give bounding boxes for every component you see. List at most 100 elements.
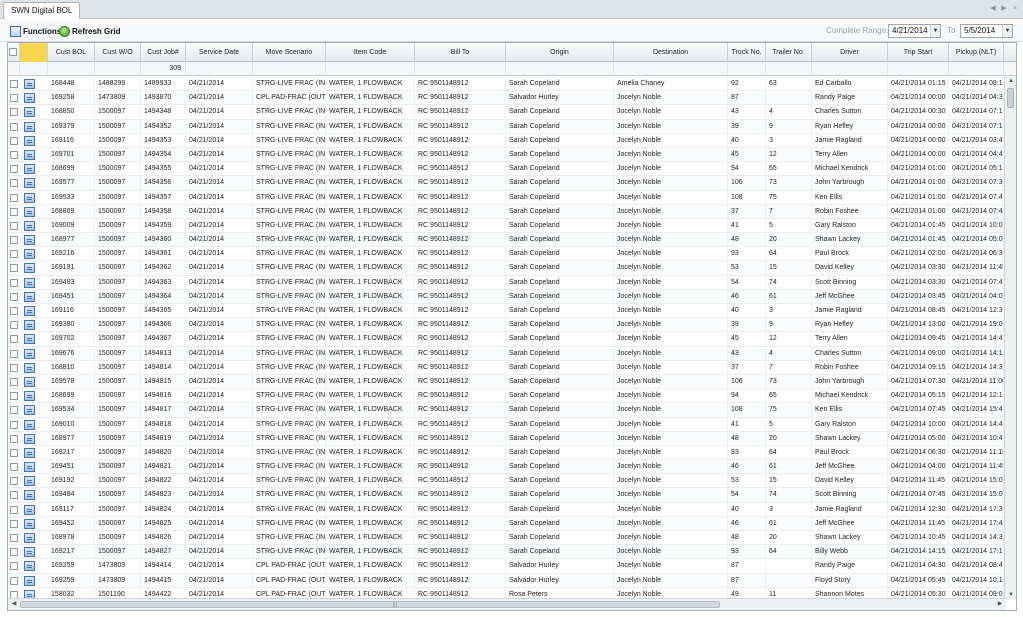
scroll-right-arrow-icon[interactable]: ▶ <box>994 599 1006 609</box>
document-icon[interactable] <box>24 504 35 515</box>
document-icon[interactable] <box>24 334 35 345</box>
row-checkbox[interactable] <box>10 406 18 415</box>
document-icon[interactable] <box>24 164 35 175</box>
row-checkbox[interactable] <box>10 321 18 330</box>
table-row[interactable]: 169216 1500097 1494361 04/21/2014 STRG-LIVE … <box>8 247 1004 262</box>
document-icon[interactable] <box>24 291 35 302</box>
document-icon[interactable] <box>24 433 35 444</box>
table-row[interactable]: 168810 1500097 1494814 04/21/2014 STRG-LIVE … <box>8 360 1004 375</box>
document-icon[interactable] <box>24 391 35 402</box>
row-checkbox[interactable] <box>10 519 18 528</box>
origin-header[interactable]: Origin <box>506 43 614 62</box>
table-row[interactable]: 169701 1500097 1494354 04/21/2014 STRG-LIVE … <box>8 147 1004 163</box>
scroll-left-arrow-icon[interactable]: ◀ <box>8 599 20 609</box>
document-icon[interactable] <box>24 178 35 189</box>
table-row[interactable]: 169259 1473809 1494414 04/21/2014 CPL PAD-FR… <box>8 559 1004 574</box>
document-icon[interactable] <box>24 220 35 231</box>
table-row[interactable]: 168699 1500097 1494816 04/21/2014 STRG-LIVE … <box>8 389 1004 404</box>
document-icon[interactable] <box>24 135 35 146</box>
table-row[interactable]: 169451 1500097 1494364 04/21/2014 STRG-LIVE … <box>8 289 1004 304</box>
filter-cell[interactable] <box>253 62 326 76</box>
row-checkbox[interactable] <box>10 193 18 202</box>
filter-cell[interactable] <box>766 62 812 76</box>
row-checkbox[interactable] <box>10 236 18 245</box>
document-icon[interactable] <box>24 277 35 288</box>
document-icon[interactable] <box>24 462 35 473</box>
table-row[interactable]: 168448 1488299 1489933 04/21/2014 STRG-LIVE … <box>8 77 1004 92</box>
date-from-input[interactable]: 4/21/2014 ▼ <box>888 24 941 38</box>
row-checkbox[interactable] <box>10 505 18 514</box>
scroll-left-icon[interactable]: ◀ <box>989 4 997 13</box>
row-checkbox[interactable] <box>10 150 18 159</box>
select-all-header[interactable] <box>8 43 20 62</box>
horizontal-scrollbar[interactable]: ◀ ||| ▶ <box>8 598 1006 610</box>
table-row[interactable]: 169452 1500097 1494825 04/21/2014 STRG-LIVE … <box>8 516 1004 531</box>
pickup-nlt-header[interactable]: Pickup (NLT) <box>949 43 1004 62</box>
date-to-input[interactable]: 5/5/2014 ▼ <box>960 24 1013 38</box>
document-icon[interactable] <box>24 263 35 274</box>
vertical-scrollbar[interactable]: ▲ ▼ <box>1004 76 1016 600</box>
row-checkbox[interactable] <box>10 420 18 429</box>
vertical-scroll-thumb[interactable] <box>1007 88 1014 108</box>
table-row[interactable]: 169483 1500097 1494363 04/21/2014 STRG-LIVE … <box>8 275 1004 290</box>
row-checkbox[interactable] <box>10 491 18 500</box>
functions-button[interactable]: Functions <box>10 25 61 37</box>
row-checkbox[interactable] <box>10 434 18 443</box>
document-icon[interactable] <box>24 79 35 89</box>
row-checkbox[interactable] <box>10 278 18 287</box>
table-row[interactable]: 169258 1473809 1493870 04/21/2014 CPL PAD-FR… <box>8 91 1004 106</box>
filter-cell[interactable] <box>20 62 48 76</box>
bill-to-header[interactable]: Bill To <box>415 43 506 62</box>
row-checkbox[interactable] <box>10 94 18 103</box>
row-checkbox[interactable] <box>10 80 18 88</box>
document-icon[interactable] <box>24 518 35 529</box>
refresh-grid-button[interactable]: Refresh Grid <box>59 25 120 37</box>
document-icon[interactable] <box>24 575 35 586</box>
row-checkbox[interactable] <box>10 250 18 259</box>
filter-cell[interactable] <box>506 62 614 76</box>
cust-bol-header[interactable]: Cust BOL <box>48 43 95 62</box>
date-to-dropdown-icon[interactable]: ▼ <box>1002 25 1012 37</box>
document-icon[interactable] <box>24 121 35 132</box>
destination-header[interactable]: Destination <box>614 43 728 62</box>
table-row[interactable]: 169380 1500097 1494366 04/21/2014 STRG-LIVE … <box>8 318 1004 333</box>
row-checkbox[interactable] <box>10 122 18 131</box>
table-row[interactable]: 169191 1500097 1494362 04/21/2014 STRG-LIVE … <box>8 261 1004 276</box>
filter-cell[interactable] <box>614 62 728 76</box>
row-checkbox[interactable] <box>10 179 18 188</box>
table-row[interactable]: 168977 1500097 1494819 04/21/2014 STRG-LIVE … <box>8 431 1004 446</box>
row-checkbox[interactable] <box>10 165 18 174</box>
document-icon[interactable] <box>24 235 35 246</box>
table-row[interactable]: 169577 1500097 1494356 04/21/2014 STRG-LIVE … <box>8 176 1004 191</box>
document-icon[interactable] <box>24 348 35 359</box>
row-checkbox[interactable] <box>10 477 18 486</box>
table-row[interactable]: 168978 1500097 1494826 04/21/2014 STRG-LIVE … <box>8 531 1004 546</box>
tab-swn-digital-bol[interactable]: SWN Digital BOL <box>3 2 81 19</box>
table-row[interactable]: 169192 1500097 1494822 04/21/2014 STRG-LIVE … <box>8 474 1004 489</box>
table-row[interactable]: 169578 1500097 1494815 04/21/2014 STRG-LIVE … <box>8 374 1004 390</box>
document-icon[interactable] <box>24 149 35 160</box>
table-row[interactable]: 169217 1500097 1494827 04/21/2014 STRG-LIVE … <box>8 545 1004 560</box>
filter-cell[interactable] <box>812 62 888 76</box>
row-checkbox[interactable] <box>10 264 18 273</box>
document-icon[interactable] <box>24 192 35 203</box>
table-row[interactable]: 169534 1500097 1494817 04/21/2014 STRG-LIVE … <box>8 403 1004 418</box>
row-checkbox[interactable] <box>10 576 18 585</box>
row-checkbox[interactable] <box>10 363 18 372</box>
date-from-dropdown-icon[interactable]: ▼ <box>930 25 940 37</box>
table-row[interactable]: 168977 1500097 1494360 04/21/2014 STRG-LIVE … <box>8 233 1004 248</box>
document-icon[interactable] <box>24 561 35 572</box>
filter-cell[interactable] <box>326 62 415 76</box>
table-row[interactable]: 169484 1500097 1494823 04/21/2014 STRG-LIVE … <box>8 488 1004 503</box>
filter-cell[interactable] <box>48 62 95 76</box>
trip-start-header[interactable]: Trip Start <box>888 43 949 62</box>
cust-job-header[interactable]: Cust Job# <box>141 43 186 62</box>
table-row[interactable]: 169009 1500097 1494359 04/21/2014 STRG-LIVE … <box>8 218 1004 234</box>
table-row[interactable]: 168809 1500097 1494358 04/21/2014 STRG-LIVE … <box>8 204 1004 219</box>
filter-cell[interactable] <box>8 62 20 76</box>
move-scenario-header[interactable]: Move Scenario <box>253 43 326 62</box>
trailer-no-header[interactable]: Trailer No. <box>766 43 812 62</box>
document-icon[interactable] <box>24 206 35 217</box>
filter-cell[interactable] <box>415 62 506 76</box>
row-checkbox[interactable] <box>10 221 18 230</box>
